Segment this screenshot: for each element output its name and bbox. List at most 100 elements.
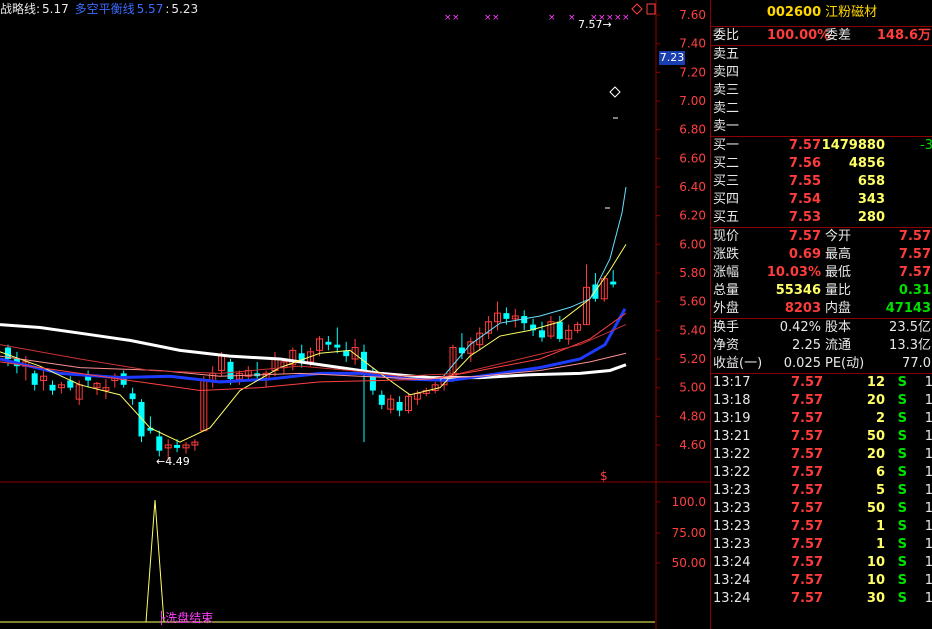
tick-row[interactable]: 13:18 7.57 20 S 1: [711, 392, 932, 410]
tick-row[interactable]: 13:22 7.57 6S 1: [711, 464, 932, 482]
sell-row: 卖一: [711, 118, 932, 136]
kline-chart[interactable]: 7.60 7.40 7.20 7.00 6.80 6.60 6.40 6.20 6.00 5.80…: [0, 0, 710, 629]
finance-value: 77.0: [902, 356, 931, 371]
stat-label: 量比: [825, 283, 852, 298]
candle-body: [174, 445, 181, 448]
tick-side: S: [897, 465, 907, 480]
price-axis-label: 5.60: [679, 295, 706, 309]
stat-value: 7.57: [898, 265, 931, 280]
sell-level-label: 卖二: [713, 101, 740, 116]
price-axis-label: 6.00: [679, 237, 706, 251]
tick-row[interactable]: 13:237.571S1: [711, 518, 932, 536]
current-price-tag: 7.23: [659, 51, 685, 65]
tick-volume: 2: [875, 411, 885, 426]
stat-value: 7.57: [788, 229, 821, 244]
tick-side: S: [897, 501, 907, 516]
tick-count: 1: [925, 446, 932, 464]
price-axis-label: 7.60: [679, 8, 706, 22]
tick-price: 7.57: [791, 573, 824, 588]
tick-count: 1: [925, 482, 932, 500]
tick-row[interactable]: 13:22 7.57 20 S 1: [711, 446, 932, 464]
buy-price: 7.54: [788, 192, 821, 207]
sell-row: 卖五: [711, 46, 932, 64]
webi-label: 委比: [713, 28, 740, 43]
stat-value: 55346: [775, 283, 821, 298]
sell-level-label: 卖一: [713, 119, 740, 134]
signal-x-marker: ×: [568, 13, 576, 23]
tick-row[interactable]: 13:24 7.57 10 S 1: [711, 554, 932, 572]
candle-body: [129, 393, 136, 400]
tick-row[interactable]: 13:23 7.57 50 S 1: [711, 500, 932, 518]
tick-count: 1: [925, 374, 932, 392]
kline-chart-area[interactable]: 7.60 7.40 7.20 7.00 6.80 6.60 6.40 6.20 6.00 5.80…: [0, 0, 710, 629]
signal-x-marker: ×: [484, 13, 492, 23]
tick-row[interactable]: 13:237.571S1: [711, 536, 932, 554]
tick-count: 1: [925, 392, 932, 410]
stat-value: 7.57: [898, 247, 931, 262]
signal-x-marker: ×: [590, 13, 598, 23]
sell-level-label: 卖五: [713, 47, 740, 62]
tick-row[interactable]: 13:21 7.57 50 S 1: [711, 428, 932, 446]
tick-side: S: [897, 411, 907, 426]
balance-line-value1: 5.57: [136, 2, 164, 16]
tick-count: 1: [925, 428, 932, 446]
finance-label: 净资: [713, 338, 740, 353]
tick-side: S: [897, 591, 907, 606]
tick-row[interactable]: 13:17 7.57 12 S 1: [711, 374, 932, 392]
signal-x-marker: ×: [614, 13, 622, 23]
stats-block: 现价 7.57 今开 7.57 涨跌 0.69 最高 7.57 涨幅 10.03% 最低 7.57 总量…: [711, 228, 932, 319]
tick-time: 13:22: [713, 447, 751, 462]
candle-body: [334, 344, 341, 348]
candle-body: [49, 384, 56, 391]
tick-row[interactable]: 13:19 7.57 2S 1: [711, 410, 932, 428]
tick-volume: 5: [875, 483, 885, 498]
tick-time: 13:24: [713, 573, 751, 588]
tick-count: 1: [925, 554, 932, 572]
stat-label: 现价: [713, 229, 740, 244]
stat-value: 7.57: [898, 229, 931, 244]
tick-price: 7.57: [791, 465, 824, 480]
finance-value: 13.3亿: [889, 338, 931, 353]
tick-price: 7.57: [791, 447, 824, 462]
signal-x-marker: ×: [606, 13, 614, 23]
indicator-label: ├洗盘结束: [158, 610, 213, 625]
buy-price: 7.56: [788, 156, 821, 171]
price-axis-label: 4.60: [679, 438, 706, 452]
price-axis-label: 5.20: [679, 352, 706, 366]
tick-side: S: [897, 393, 907, 408]
signal-x-marker: ×: [444, 13, 452, 23]
finance-row: 收益(一) 0.025 PE(动) 77.0: [711, 355, 932, 373]
tick-time: 13:19: [713, 411, 751, 426]
stat-row: 涨跌 0.69 最高 7.57: [711, 246, 932, 264]
tick-side: S: [897, 375, 907, 390]
tick-side: S: [897, 429, 907, 444]
tick-volume: 50: [866, 429, 885, 444]
tick-time: 13:24: [713, 591, 751, 606]
buy-row: 买三 7.55 658: [711, 173, 932, 191]
tick-count: 1: [925, 590, 932, 608]
price-axis-label: 7.00: [679, 94, 706, 108]
tick-row[interactable]: 13:23 7.57 5S 1: [711, 482, 932, 500]
ma-yellow-line: [0, 244, 627, 443]
stock-header: 002600 江粉磁材: [711, 0, 932, 27]
buy-price: 7.57: [788, 138, 821, 153]
finance-label: 换手: [713, 320, 740, 335]
buy-change: -3: [920, 138, 932, 153]
tick-count: 1: [925, 410, 932, 428]
tick-price: 7.57: [791, 519, 824, 534]
signal-x-marker: ×: [548, 13, 556, 23]
candle-body: [325, 341, 332, 345]
tick-side: S: [897, 447, 907, 462]
buy-row: 买五 7.53 280: [711, 209, 932, 227]
tick-volume: 50: [866, 501, 885, 516]
price-axis-label: 5.80: [679, 266, 706, 280]
tick-row[interactable]: 13:24 7.57 10 S 1: [711, 572, 932, 590]
tick-row[interactable]: 13:24 7.57 30 S 1: [711, 590, 932, 608]
finance-label: PE(动): [825, 356, 865, 371]
price-axis-label: 6.40: [679, 180, 706, 194]
corner-diamond-icon: [631, 3, 643, 15]
buy-price: 7.53: [788, 210, 821, 225]
stat-row: 涨幅 10.03% 最低 7.57: [711, 264, 932, 282]
tick-list[interactable]: 13:177.5712S113:187.5720S113:197.572S113…: [711, 374, 932, 608]
tick-price: 7.57: [791, 501, 824, 516]
